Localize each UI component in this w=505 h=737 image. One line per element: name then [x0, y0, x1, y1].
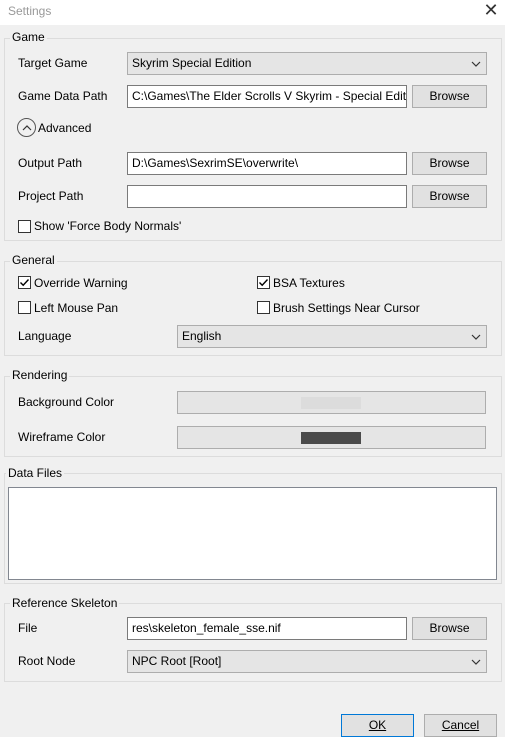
checkmark-icon [20, 279, 30, 287]
wireframe-color-label: Wireframe Color [18, 430, 106, 444]
ok-button-label: OK [368, 718, 387, 732]
wireframe-color-swatch [301, 432, 361, 444]
root-node-select[interactable]: NPC Root [Root] [127, 650, 487, 673]
target-game-value: Skyrim Special Edition [132, 56, 252, 70]
root-node-value: NPC Root [Root] [132, 654, 222, 668]
window-title: Settings [8, 4, 52, 18]
wireframe-color-picker[interactable] [177, 426, 486, 449]
root-node-label: Root Node [18, 654, 76, 668]
project-path-field[interactable] [127, 185, 407, 208]
background-color-swatch [301, 397, 361, 409]
brush-settings-checkbox[interactable] [257, 301, 270, 314]
close-icon[interactable]: ✕ [480, 0, 502, 22]
language-label: Language [18, 329, 72, 343]
cancel-button-label: Cancel [441, 718, 480, 732]
chevron-down-icon [470, 326, 482, 347]
override-warning-checkbox[interactable] [18, 276, 31, 289]
output-path-field[interactable]: D:\Games\SexrimSE\overwrite\ [127, 152, 407, 175]
left-mouse-pan-checkbox[interactable] [18, 301, 31, 314]
bsa-textures-label: BSA Textures [273, 276, 345, 290]
game-data-path-label: Game Data Path [18, 89, 108, 103]
target-game-select[interactable]: Skyrim Special Edition [127, 52, 487, 75]
brush-settings-label: Brush Settings Near Cursor [273, 301, 420, 315]
background-color-label: Background Color [18, 395, 115, 409]
cancel-button[interactable]: Cancel [424, 714, 497, 737]
language-value: English [182, 329, 222, 343]
force-body-normals-checkbox[interactable] [18, 220, 31, 233]
data-files-list[interactable] [8, 487, 497, 580]
general-legend: General [10, 253, 57, 267]
force-body-normals-label: Show 'Force Body Normals' [34, 219, 182, 233]
output-path-browse-button[interactable]: Browse [412, 152, 487, 175]
checkmark-icon [259, 279, 269, 287]
skeleton-file-browse-button[interactable]: Browse [412, 617, 487, 640]
override-warning-label: Override Warning [34, 276, 128, 290]
project-path-label: Project Path [18, 189, 84, 203]
game-legend: Game [10, 30, 47, 44]
game-data-path-browse-button[interactable]: Browse [412, 85, 487, 108]
skeleton-file-label: File [18, 621, 38, 635]
title-bar [0, 0, 505, 25]
target-game-label: Target Game [18, 56, 88, 70]
advanced-label[interactable]: Advanced [38, 121, 91, 135]
skeleton-file-field[interactable]: res\skeleton_female_sse.nif [127, 617, 407, 640]
advanced-toggle-button[interactable] [17, 118, 36, 137]
chevron-up-icon [22, 124, 31, 130]
chevron-down-icon [470, 53, 482, 74]
bsa-textures-checkbox[interactable] [257, 276, 270, 289]
output-path-label: Output Path [18, 156, 83, 170]
data-files-legend: Data Files [6, 466, 65, 480]
left-mouse-pan-label: Left Mouse Pan [34, 301, 119, 315]
background-color-picker[interactable] [177, 391, 486, 414]
language-select[interactable]: English [177, 325, 487, 348]
ok-button[interactable]: OK [341, 714, 414, 737]
chevron-down-icon [470, 651, 482, 672]
reference-skeleton-legend: Reference Skeleton [10, 596, 120, 610]
game-data-path-field[interactable]: C:\Games\The Elder Scrolls V Skyrim - Sp… [127, 85, 407, 108]
project-path-browse-button[interactable]: Browse [412, 185, 487, 208]
rendering-legend: Rendering [10, 368, 70, 382]
